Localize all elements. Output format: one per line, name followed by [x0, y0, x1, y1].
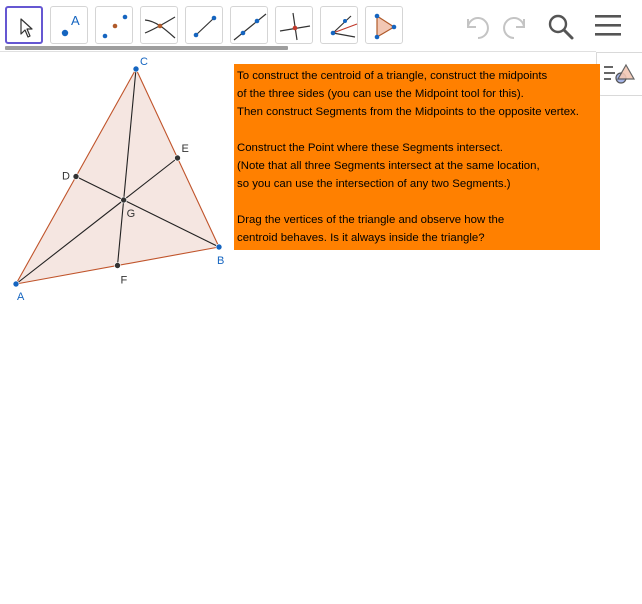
angle-bisector-icon [330, 15, 358, 38]
toolbar-scrollbar[interactable] [5, 46, 288, 50]
polygon-icon [374, 13, 397, 40]
search-icon [548, 14, 574, 40]
triangle-polygon[interactable] [14, 67, 220, 285]
midpoint-icon [102, 14, 128, 39]
toolbar: A [0, 0, 642, 52]
label-d: D [62, 171, 70, 183]
line-icon [233, 13, 267, 41]
midpoint-d[interactable] [72, 173, 80, 180]
tool-polygon[interactable] [365, 6, 403, 44]
perpendicular-line-icon [279, 12, 311, 41]
undo-icon [467, 17, 489, 39]
vertex-b[interactable] [215, 243, 223, 251]
redo-icon [503, 17, 525, 39]
instruction-line: (Note that all three Segments intersect … [237, 160, 540, 172]
instruction-line [237, 193, 600, 211]
search-button[interactable] [543, 10, 577, 42]
tool-angle-bisector[interactable] [320, 6, 358, 44]
instruction-line [237, 121, 600, 139]
instruction-line: Then construct Segments from the Midpoin… [237, 106, 579, 118]
intersect-icon [144, 16, 176, 39]
redo-button[interactable] [497, 10, 531, 42]
segment-icon [193, 15, 217, 38]
tool-segment[interactable] [185, 6, 223, 44]
tool-intersect[interactable] [140, 6, 178, 44]
label-c: C [140, 56, 148, 68]
instruction-line: Construct the Point where these Segments… [237, 142, 503, 154]
tool-midpoint[interactable] [95, 6, 133, 44]
label-f: F [121, 275, 128, 287]
instruction-line: so you can use the intersection of any t… [237, 178, 511, 190]
label-g: G [127, 208, 136, 220]
instructions-textbox[interactable]: To construct the centroid of a triangle,… [234, 64, 600, 250]
tool-line[interactable] [230, 6, 268, 44]
menu-button[interactable] [592, 10, 626, 42]
instruction-line: Drag the vertices of the triangle and ob… [237, 214, 505, 226]
label-a: A [17, 291, 25, 303]
centroid-g[interactable] [120, 196, 127, 204]
tool-move[interactable] [5, 6, 43, 44]
label-e: E [182, 143, 189, 155]
point-icon-glyph: A [71, 13, 80, 28]
point-icon: A [61, 13, 80, 37]
move-cursor-icon [20, 18, 33, 38]
tool-perpendicular[interactable] [275, 6, 313, 44]
tool-point[interactable]: A [50, 6, 88, 44]
instruction-line: of the three sides (you can use the Midp… [237, 88, 524, 100]
menu-icon [595, 15, 621, 36]
instruction-line: centroid behaves. Is it always inside th… [237, 232, 485, 244]
undo-button[interactable] [461, 10, 495, 42]
label-b: B [217, 255, 224, 267]
midpoint-f[interactable] [114, 262, 121, 269]
instruction-line: To construct the centroid of a triangle,… [237, 70, 548, 82]
vertex-c[interactable] [132, 65, 140, 73]
vertex-a[interactable] [12, 280, 20, 288]
midpoint-e[interactable] [174, 154, 181, 162]
